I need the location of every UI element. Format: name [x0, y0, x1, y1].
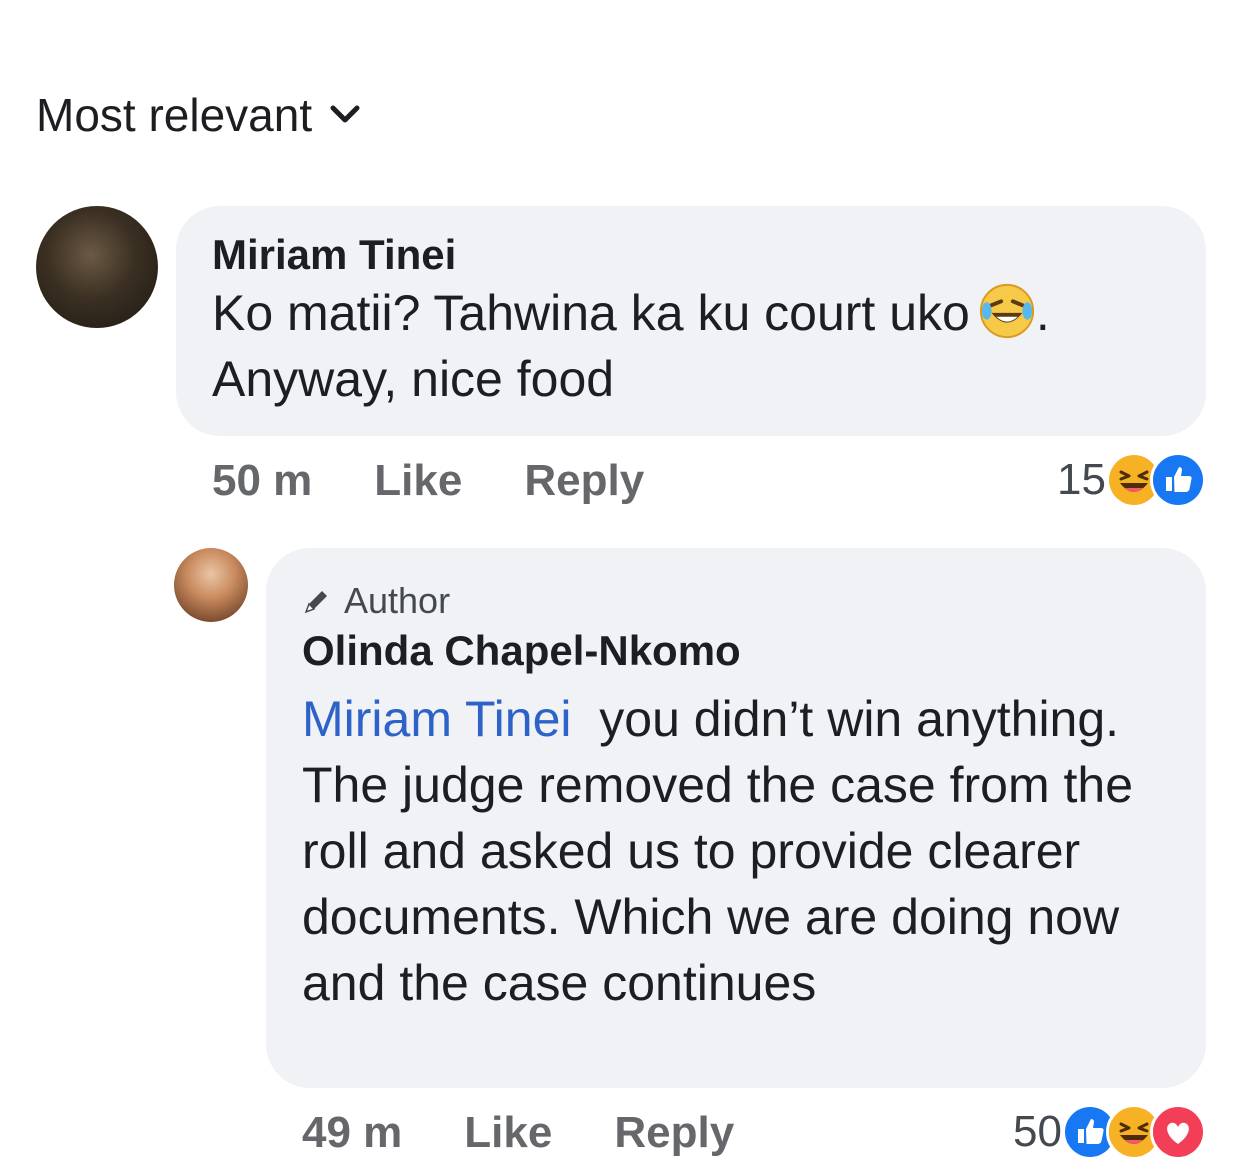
comment-time[interactable]: 49 m — [302, 1108, 402, 1158]
avatar[interactable] — [36, 206, 158, 328]
author-badge: Author — [302, 580, 1170, 622]
author-badge-label: Author — [344, 580, 451, 621]
reaction-summary[interactable]: 15 — [1057, 452, 1206, 508]
comment-text: Miriam Tinei you didn’t win anything. Th… — [302, 691, 1134, 1012]
comment-bubble: Author Olinda Chapel-Nkomo Miriam Tinei … — [266, 548, 1206, 1088]
comment-meta: 50 m Like Reply — [212, 456, 644, 506]
like-reaction-icon — [1150, 452, 1206, 508]
reply-button[interactable]: Reply — [524, 456, 644, 506]
like-button[interactable]: Like — [464, 1108, 552, 1158]
avatar[interactable] — [174, 548, 248, 622]
comment-bubble: Miriam Tinei Ko matii? Tahwina ka ku cou… — [176, 206, 1206, 436]
sort-label: Most relevant — [36, 89, 313, 141]
comment-text: Ko matii? Tahwina ka ku court uko . Anyw… — [212, 280, 1170, 412]
comment-time[interactable]: 50 m — [212, 456, 312, 506]
reply-button[interactable]: Reply — [614, 1108, 734, 1158]
laughing-tears-emoji-icon — [979, 284, 1034, 339]
comment-author[interactable]: Olinda Chapel-Nkomo — [302, 626, 1170, 676]
sort-dropdown[interactable]: Most relevant — [36, 88, 360, 142]
mention-link[interactable]: Miriam Tinei — [302, 691, 571, 747]
pencil-icon — [304, 591, 327, 614]
comment-meta: 49 m Like Reply — [302, 1108, 734, 1158]
reaction-count: 50 — [1013, 1107, 1062, 1156]
chevron-down-icon — [330, 105, 360, 123]
reaction-count: 15 — [1057, 455, 1106, 504]
comment-author[interactable]: Miriam Tinei — [212, 230, 1170, 280]
like-button[interactable]: Like — [374, 456, 462, 506]
